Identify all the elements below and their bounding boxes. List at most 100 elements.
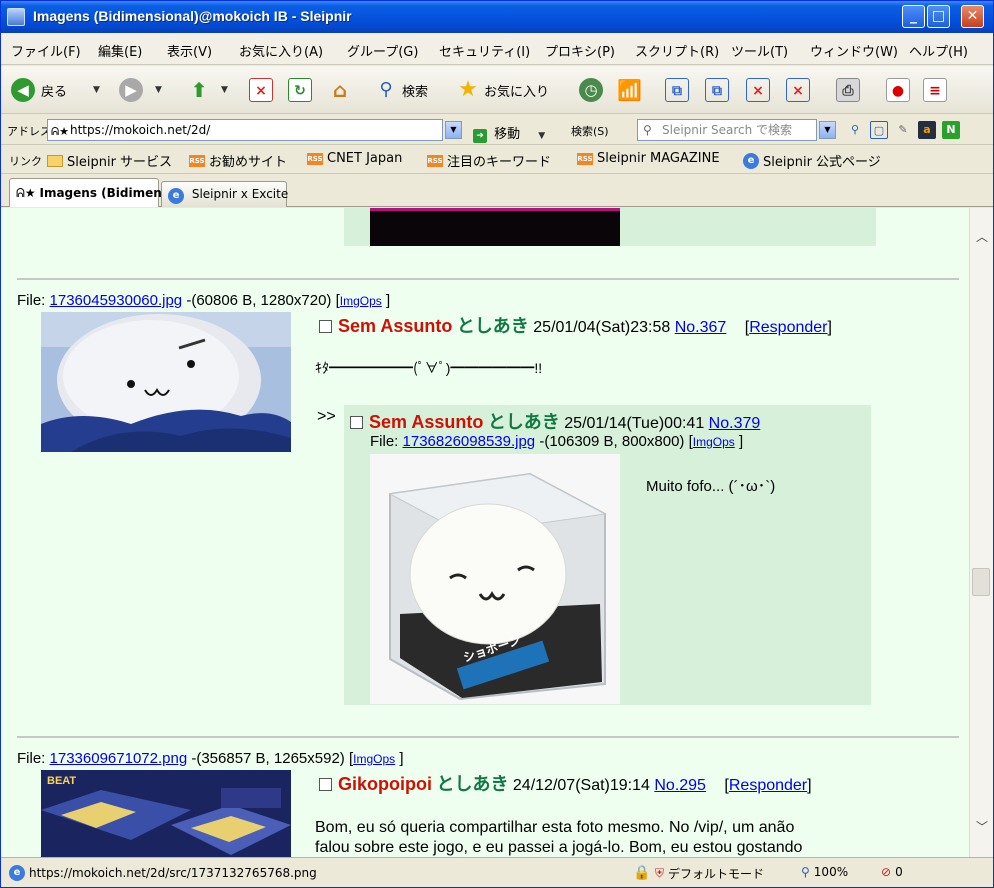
file-link[interactable]: 1733609671072.png [50,750,188,767]
file-link[interactable]: 1736045930060.jpg [50,292,183,309]
tab-bar: ᕱ★ Imagens (Bidimen... e Sleipnir x Exci… [1,175,993,207]
delete-checkbox[interactable] [319,320,332,333]
menu-group[interactable]: グループ(G) [347,41,418,60]
n-icon[interactable]: N [942,121,960,139]
post-thumbnail[interactable] [41,312,291,452]
menu-window[interactable]: ウィンドウ(W) [810,41,898,60]
search-dropdown-icon[interactable]: ▼ [819,121,836,139]
maximize-button[interactable]: □ [927,5,950,28]
search-input[interactable]: ⚲ Sleipnir Search で検索 [637,119,817,141]
flag-us-jp-icon: ≡ [923,78,947,102]
reply-number-link[interactable]: No.379 [709,415,761,432]
forward-button[interactable]: ▶ ▼ [119,76,162,104]
file-bracket: ] [385,292,391,309]
folder-icon [47,154,63,167]
shield-icon: ⛨ [655,866,665,880]
go-button[interactable]: ➜ 移動 ▼ [473,123,545,143]
close-right-tabs-button[interactable]: × [786,76,810,104]
delete-checkbox[interactable] [319,778,332,791]
up-button[interactable]: ⬆ ▼ [187,76,228,104]
post-number-link[interactable]: No.367 [675,319,727,336]
reply-delete-checkbox[interactable] [350,416,363,429]
language-jp-button[interactable]: ● [886,76,910,104]
link-sleipnir-service[interactable]: Sleipnir サービス [47,151,172,170]
address-dropdown-icon[interactable]: ▼ [445,121,462,139]
menu-view[interactable]: 表示(V) [167,41,212,60]
post-number-link[interactable]: No.295 [654,777,706,794]
rss-button[interactable]: 📶 [617,76,642,104]
address-tool-icons: ⚲ ▢ ✎ a N [846,121,960,139]
language-us-button[interactable]: ≡ [923,76,947,104]
favorites-button[interactable]: ★ お気に入り [456,76,549,104]
status-bar: e https://mokoich.net/2d/src/17371327657… [1,857,993,887]
menu-favorites[interactable]: お気に入り(A) [239,41,323,60]
refresh-button[interactable]: ↻ [288,76,312,104]
amazon-icon[interactable]: a [918,121,936,139]
magnifier-icon: ⚲ [379,79,393,100]
up-dropdown-icon[interactable]: ▼ [221,85,228,95]
reply-file-line: File: 1736826098539.jpg -(106309 B, 800x… [370,433,743,450]
scroll-down-icon[interactable]: ﹀ [973,818,991,836]
history-button[interactable]: ◷ [579,76,603,104]
reply-imgops-link[interactable]: ImgOps [693,435,735,449]
rss-icon: RSS [307,152,323,165]
thread-divider [17,278,959,280]
address-input[interactable]: ᕱ★ https://mokoich.net/2d/ [47,119,443,141]
back-arrow-icon: ◀ [11,78,35,102]
shobon-toy-box-illustration [370,454,620,704]
previous-reply-image[interactable] [370,208,620,246]
lock-icon: 🔒 [633,865,651,881]
tile-windows-button[interactable]: ⧉ [665,76,689,104]
menu-security[interactable]: セキュリティ(I) [439,41,530,60]
reply-file-link[interactable]: 1736826098539.jpg [403,433,536,450]
tab-imagens[interactable]: ᕱ★ Imagens (Bidimen... [9,178,175,207]
scrollbar-thumb[interactable] [972,568,990,596]
scroll-up-icon[interactable]: ︿ [973,228,991,246]
menu-tools[interactable]: ツール(T) [731,41,788,60]
respond-link[interactable]: Responder [729,777,807,794]
search-go-icon[interactable]: ⚲ [846,121,864,139]
mode-indicator[interactable]: ⛨ デフォルトモード [655,865,764,882]
stop-button[interactable]: × [249,76,273,104]
menu-script[interactable]: スクリプト(R) [635,41,719,60]
imgops-link[interactable]: ImgOps [340,294,382,308]
minimize-button[interactable]: _ [902,5,925,28]
link-keywords[interactable]: RSS 注目のキーワード [427,151,551,170]
link-sleipnir-magazine[interactable]: RSS Sleipnir MAGAZINE [577,151,720,166]
title-bar: Imagens (Bidimensional)@mokoich IB - Sle… [1,1,993,33]
cascade-windows-button[interactable]: ⧉ [705,76,729,104]
popup-block-indicator[interactable]: ⊘ 0 [881,865,903,879]
zoom-indicator[interactable]: ⚲ 100% [801,865,848,879]
tab-imagens-label: Imagens (Bidimen... [39,186,176,200]
search-button[interactable]: ⚲ 検索 [374,76,428,104]
close-button[interactable]: ✕ [961,5,984,28]
back-dropdown-icon[interactable]: ▼ [93,85,100,95]
thread-divider [17,736,959,738]
reply-thumbnail[interactable]: ショボーン [370,454,620,704]
imgops-link[interactable]: ImgOps [353,752,395,766]
tab-sleipnir-excite[interactable]: e Sleipnir x Excite [161,181,288,207]
popup-block-count: 0 [895,865,903,879]
go-dropdown-icon[interactable]: ▼ [538,131,545,141]
status-url: e https://mokoich.net/2d/src/17371327657… [9,865,317,881]
home-button[interactable]: ⌂ [328,76,352,104]
menu-edit[interactable]: 編集(E) [98,41,142,60]
post-thumbnail[interactable]: BEAT [41,770,291,857]
post-file-line: File: 1733609671072.png -(356857 B, 1265… [17,750,403,767]
link-sleipnir-official[interactable]: e Sleipnir 公式ページ [743,151,881,170]
close-left-tabs-button[interactable]: × [746,76,770,104]
highlight-icon[interactable]: ▢ [870,121,888,139]
print-button[interactable]: ⎙ [836,76,860,104]
vertical-scrollbar[interactable]: ︿ ﹀ [969,208,993,857]
menu-file[interactable]: ファイル(F) [11,41,81,60]
back-button[interactable]: ◀ 戻る ▼ [11,76,100,104]
post-subject: Gikopoipoi [338,774,432,794]
menu-proxy[interactable]: プロキシ(P) [545,41,615,60]
menu-help[interactable]: ヘルプ(H) [909,41,968,60]
link-recommended-sites[interactable]: RSS お勧めサイト [189,151,287,170]
respond-link[interactable]: Responder [749,319,827,336]
pen-icon[interactable]: ✎ [894,121,912,139]
app-icon [7,8,25,26]
forward-dropdown-icon[interactable]: ▼ [155,85,162,95]
link-cnet-japan[interactable]: RSS CNET Japan [307,151,402,166]
